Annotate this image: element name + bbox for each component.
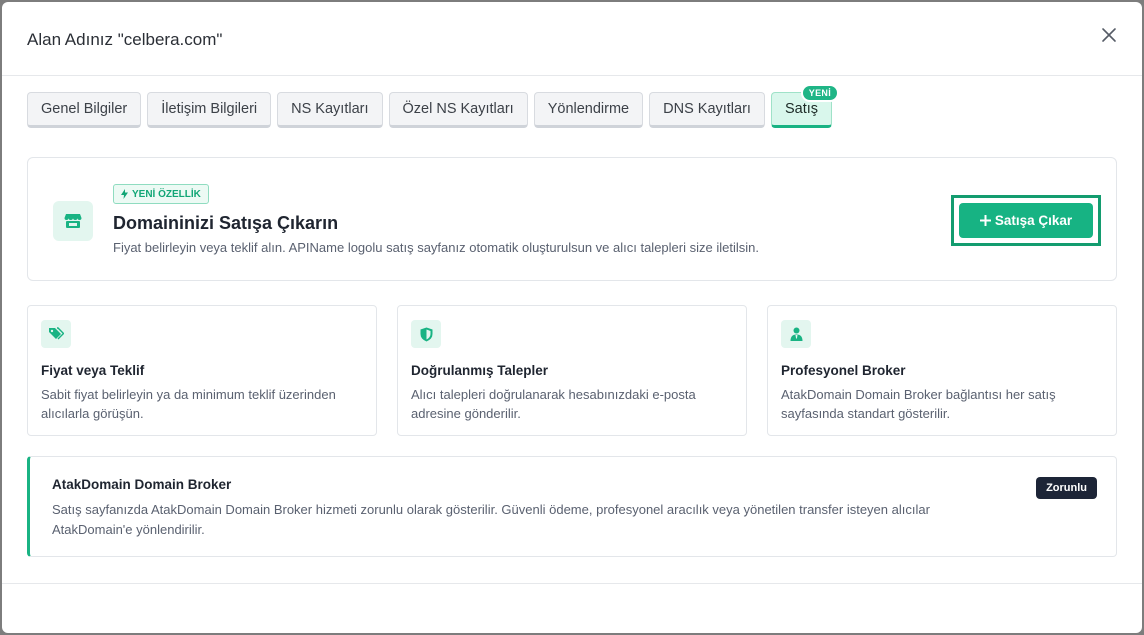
badge-label: YENİ ÖZELLİK	[132, 188, 201, 200]
tab-iletisim-bilgileri[interactable]: İletişim Bilgileri	[147, 92, 272, 128]
feature-card-broker: Profesyonel Broker AtakDomain Domain Bro…	[767, 305, 1117, 436]
modal-title: Alan Adınız "celbera.com"	[27, 30, 223, 49]
card-description: Alıcı talepleri doğrulanarak hesabınızda…	[411, 387, 696, 421]
hero-title: Domaininizi Satışa Çıkarın	[113, 213, 339, 233]
tab-ns-kayitlari[interactable]: NS Kayıtları	[277, 92, 383, 128]
card-description: Sabit fiyat belirleyin ya da minimum tek…	[41, 387, 336, 421]
broker-notice: AtakDomain Domain Broker Satış sayfanızd…	[27, 456, 1117, 557]
tab-label: Özel NS Kayıtları	[402, 101, 514, 117]
tab-label: İletişim Bilgileri	[161, 101, 258, 117]
close-button[interactable]	[1098, 24, 1120, 46]
put-on-sale-button[interactable]: Satışa Çıkar	[959, 203, 1093, 238]
cta-label: Satışa Çıkar	[994, 213, 1073, 228]
modal-header: Alan Adınız "celbera.com"	[2, 2, 1142, 76]
tab-dns-kayitlari[interactable]: DNS Kayıtları	[649, 92, 765, 128]
tab-ozel-ns-kayitlari[interactable]: Özel NS Kayıtları	[388, 92, 528, 128]
broker-title: AtakDomain Domain Broker	[52, 477, 232, 492]
tab-label: Yönlendirme	[547, 101, 630, 117]
feature-card-price: Fiyat veya Teklif Sabit fiyat belirleyin…	[27, 305, 377, 436]
tab-label: NS Kayıtları	[291, 101, 369, 117]
feature-cards: Fiyat veya Teklif Sabit fiyat belirleyin…	[27, 305, 1117, 436]
tab-label: Genel Bilgiler	[41, 101, 128, 117]
tab-label: DNS Kayıtları	[663, 101, 751, 117]
tab-yonlendirme[interactable]: Yönlendirme	[533, 92, 644, 128]
tab-satis[interactable]: Satış YENİ	[770, 84, 840, 128]
user-tie-icon	[781, 320, 811, 348]
card-description: AtakDomain Domain Broker bağlantısı her …	[781, 387, 1056, 421]
new-feature-badge: YENİ ÖZELLİK	[113, 184, 209, 204]
footer-divider	[2, 583, 1142, 584]
shield-icon	[411, 320, 441, 348]
tab-genel-bilgiler[interactable]: Genel Bilgiler	[27, 92, 142, 128]
plus-icon	[979, 215, 991, 226]
store-icon	[53, 201, 93, 241]
close-icon	[1102, 28, 1116, 42]
sale-hero-card: YENİ ÖZELLİK Domaininizi Satışa Çıkarın …	[27, 157, 1117, 281]
bolt-icon	[121, 189, 128, 199]
tag-icon	[41, 320, 71, 348]
tab-label: Satış	[784, 101, 819, 117]
required-badge: Zorunlu	[1036, 477, 1097, 499]
tab-bar: Genel Bilgiler İletişim Bilgileri NS Kay…	[27, 84, 840, 128]
feature-card-verified: Doğrulanmış Talepler Alıcı talepleri doğ…	[397, 305, 747, 436]
domain-modal: Alan Adınız "celbera.com" Genel Bilgiler…	[2, 2, 1142, 633]
card-title: Fiyat veya Teklif	[41, 363, 145, 378]
hero-description: Fiyat belirleyin veya teklif alın. APINa…	[113, 240, 759, 255]
card-title: Doğrulanmış Talepler	[411, 363, 549, 378]
broker-description: Satış sayfanızda AtakDomain Domain Broke…	[52, 502, 930, 537]
card-title: Profesyonel Broker	[781, 363, 906, 378]
cta-highlight: Satışa Çıkar	[951, 195, 1101, 246]
new-badge: YENİ	[800, 84, 840, 102]
